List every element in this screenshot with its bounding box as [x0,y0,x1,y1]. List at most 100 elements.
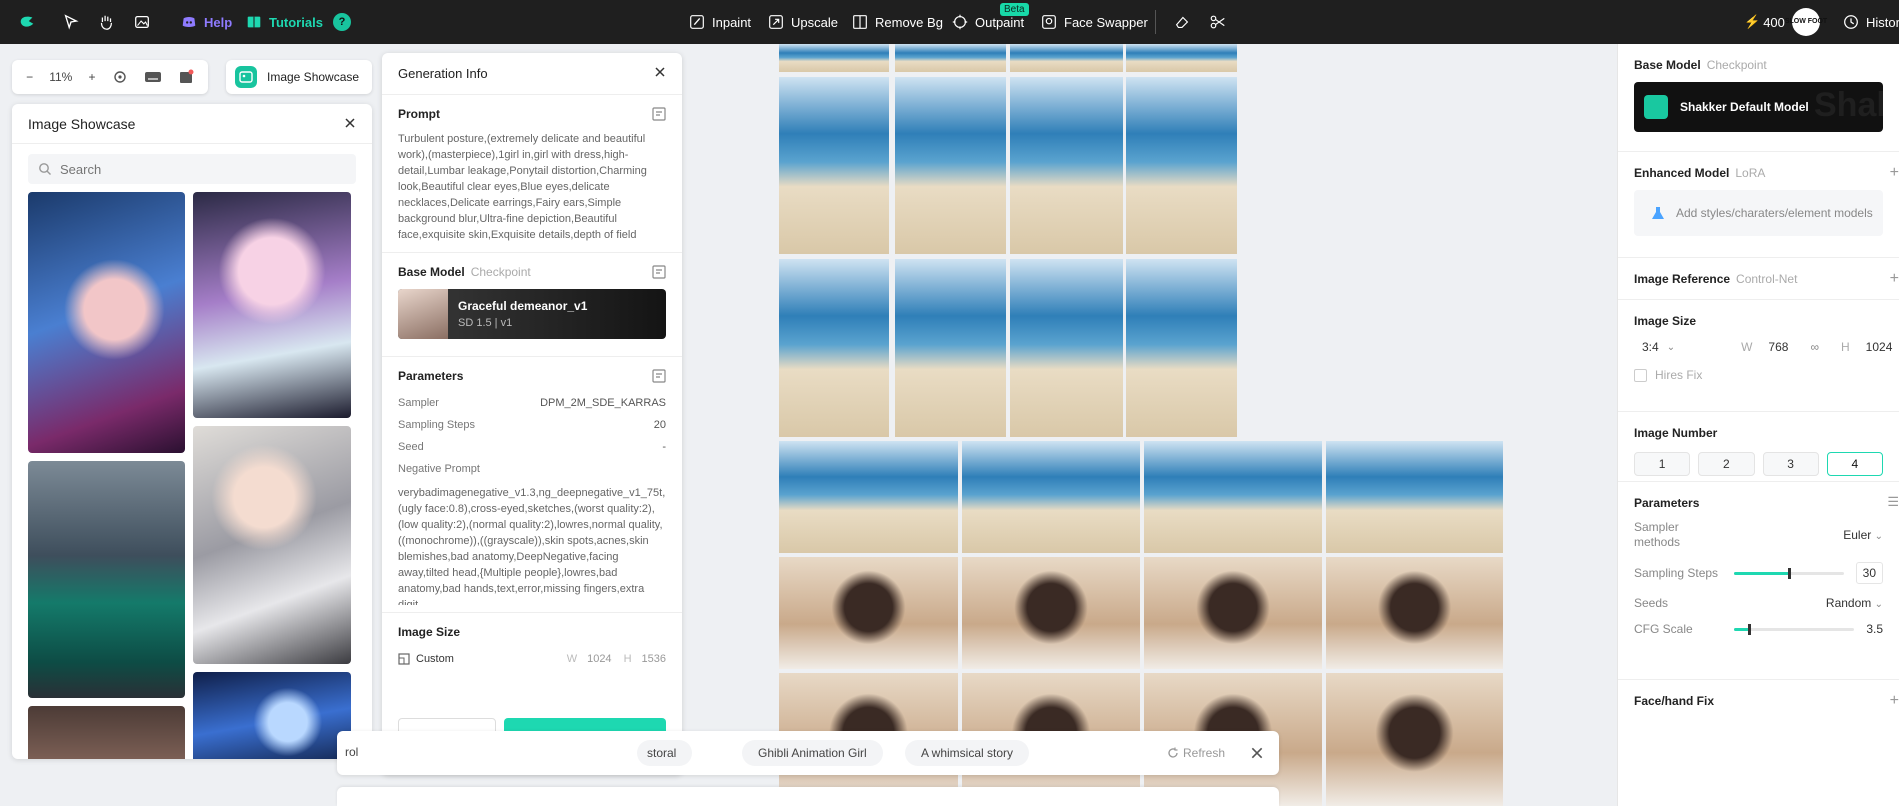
negative-prompt-text: verybadimagenegative_v1.3,ng_deepnegativ… [398,487,666,605]
default-model-name: Shakker Default Model [1680,100,1809,114]
cfg-slider[interactable] [1734,623,1855,635]
canvas-image[interactable] [1010,77,1123,254]
model-card[interactable]: Graceful demeanor_v1 SD 1.5 | v1 [398,289,666,339]
canvas-image[interactable] [1010,44,1123,72]
select-tool[interactable] [62,0,80,44]
search-input[interactable] [60,161,320,177]
add-lora-button[interactable]: + [1890,164,1899,182]
help-link[interactable]: Help [180,0,232,44]
canvas-image[interactable] [895,77,1006,254]
parameters-settings-icon[interactable]: ☰ [1887,494,1899,510]
canvas-image[interactable] [1326,557,1503,669]
canvas-image[interactable] [779,77,889,254]
close-icon[interactable] [1250,746,1264,760]
width-input[interactable]: 768 [1768,340,1788,354]
add-reference-button[interactable]: + [1890,270,1899,288]
canvas-image[interactable] [1126,259,1237,437]
close-icon[interactable] [344,116,356,132]
tool-remove-bg[interactable]: Remove Bg [851,0,943,44]
canvas-image[interactable] [1126,77,1237,254]
notes-button[interactable] [178,69,194,85]
zoom-out-button[interactable]: − [26,70,33,84]
cfg-input[interactable]: 3.5 [1866,622,1883,636]
showcase-image[interactable] [193,192,351,418]
eraser-tool[interactable] [1173,0,1191,44]
canvas-image[interactable] [895,44,1006,72]
cfg-slider-knob[interactable] [1747,623,1751,635]
suggestion-chip[interactable]: storal [637,740,693,766]
steps-slider[interactable] [1733,567,1844,579]
steps-value: 20 [653,419,666,431]
image-tool[interactable] [133,0,151,44]
search-box [28,154,356,184]
image-number-option[interactable]: 2 [1698,452,1755,476]
copy-icon[interactable] [652,265,666,279]
image-plus-icon [135,15,149,29]
refresh-button[interactable]: Refresh [1167,731,1225,775]
add-face-fix-button[interactable]: + [1890,692,1899,710]
steps-slider-fill [1733,571,1789,575]
canvas-image[interactable] [1326,673,1503,806]
image-showcase-toggle[interactable]: Image Showcase [226,60,372,94]
canvas-image[interactable] [779,557,958,669]
showcase-image[interactable] [193,672,351,759]
sampler-select[interactable]: Euler ⌄ [1843,528,1883,542]
canvas-image[interactable] [779,44,889,72]
prompt-input-area[interactable] [337,787,1279,806]
copy-icon[interactable] [652,369,666,383]
suggestion-chip[interactable]: A whimsical story [905,740,1030,766]
canvas-image[interactable] [779,441,958,553]
tool-face-swapper[interactable]: Face Swapper [1040,0,1148,44]
tool-inpaint[interactable]: Inpaint [688,0,751,44]
help-icon-button[interactable]: ? [333,0,351,44]
canvas-image[interactable] [962,557,1140,669]
width-label: W [1741,340,1753,354]
hand-tool[interactable] [97,0,115,44]
credits[interactable]: ⚡ 400 [1744,0,1785,44]
image-number-option-selected[interactable]: 4 [1826,452,1883,476]
fit-screen-button[interactable] [112,69,128,85]
showcase-image[interactable] [28,461,185,698]
close-icon[interactable] [654,66,666,81]
generation-info-panel: Generation Info Prompt Turbulent posture… [382,53,682,775]
canvas-image[interactable] [962,441,1140,553]
user-avatar[interactable]: SLOW FOOT [1785,0,1827,44]
copy-icon[interactable] [652,107,666,121]
tutorials-link[interactable]: Tutorials [245,0,323,44]
canvas-image[interactable] [1144,557,1322,669]
history-button[interactable]: History [1842,0,1899,44]
image-reference-subtitle: Control-Net [1736,272,1798,286]
showcase-image[interactable] [28,706,185,759]
chip-partial[interactable]: rol [345,745,358,759]
link-icon[interactable]: ∞ [1810,340,1819,354]
suggestion-chip[interactable]: Ghibli Animation Girl [742,740,883,766]
steps-input[interactable]: 30 [1855,562,1883,584]
add-lora-box[interactable]: Add styles/charaters/element models [1634,190,1883,236]
keyboard-button[interactable] [144,69,162,85]
showcase-image[interactable] [28,192,185,453]
app-logo[interactable] [18,0,36,44]
hires-fix-checkbox[interactable] [1634,368,1647,382]
chevron-down-icon: ⌄ [1874,599,1883,610]
canvas-image[interactable] [1144,441,1322,553]
image-number-option[interactable]: 3 [1762,452,1819,476]
height-input[interactable]: 1024 [1866,340,1893,354]
showcase-image[interactable] [193,426,351,664]
canvas-image[interactable] [895,259,1006,437]
zoom-in-button[interactable]: + [88,70,95,84]
steps-slider-knob[interactable] [1787,567,1791,579]
default-model-card[interactable]: Shakker Default Model Shakker [1634,82,1883,132]
canvas-image[interactable] [779,259,889,437]
canvas-image[interactable] [1326,441,1503,553]
cut-tool[interactable] [1209,0,1227,44]
ratio-select[interactable]: 3:4 [1642,340,1659,354]
tool-upscale[interactable]: Upscale [767,0,838,44]
canvas-image[interactable] [1126,44,1237,72]
canvas-image[interactable] [1010,259,1123,437]
image-number-option[interactable]: 1 [1634,452,1691,476]
cfg-slider-fill [1734,627,1749,631]
chevron-down-icon[interactable]: ⌄ [1667,342,1675,353]
discord-icon [182,17,196,27]
negative-prompt-label: Negative Prompt [398,463,480,475]
seeds-select[interactable]: Random ⌄ [1826,596,1883,610]
